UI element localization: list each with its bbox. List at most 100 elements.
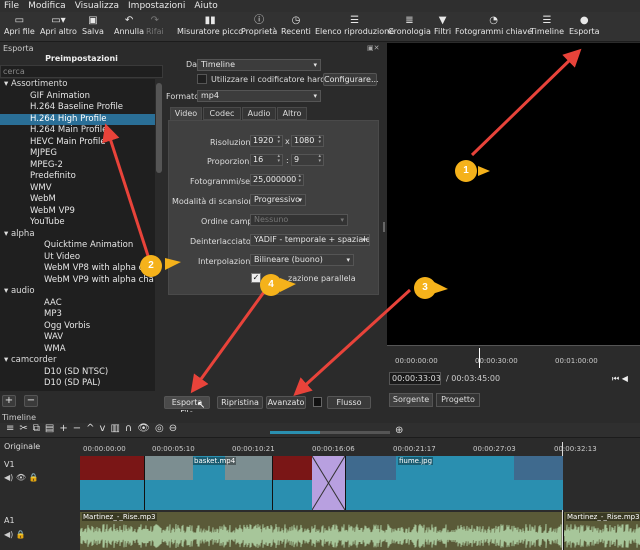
preset-group[interactable]: ▾ camcorder [0,355,155,367]
preset-item[interactable]: Quicktime Animation [0,240,155,252]
expand-arrow-icon[interactable]: ▾ [4,286,11,296]
tab-audio[interactable]: Audio [242,107,276,120]
preset-item[interactable]: HEVC Main Profile [0,137,155,149]
paste-icon[interactable]: ▤ [45,423,59,434]
transition-clip[interactable] [312,456,345,510]
scan-mode-select[interactable]: Progressivo ▾ [250,194,306,206]
preset-group[interactable]: ▾ audio [0,286,155,298]
preset-item[interactable]: AAC [0,298,155,310]
scrub-icon[interactable]: 👁 [137,423,155,434]
skip-previous-icon[interactable]: ⏮ ◀ [612,374,628,384]
ripple-icon[interactable]: ◎ [155,423,169,434]
advanced-button[interactable]: Avanzato [266,396,306,409]
open-other-button[interactable]: ▭▾ Apri altro [40,14,77,36]
expand-arrow-icon[interactable]: ▾ [4,229,11,239]
expand-arrow-icon[interactable]: ▾ [4,355,11,365]
preset-item[interactable]: WAV [0,332,155,344]
configure-button[interactable]: Configurare... [323,73,379,86]
preset-item[interactable]: H.264 Main Profile [0,125,155,137]
peak-meter-button[interactable]: ▮▮ Misuratore picco [177,14,243,36]
scrollbar-handle[interactable] [156,83,162,173]
recent-button[interactable]: ◷ Recenti [281,14,311,36]
preset-group[interactable]: ▾ Assortimento [0,79,155,91]
snap-icon[interactable]: ∩ [125,423,137,434]
audio-clip-1[interactable]: Martinez_-_Rise.mp3 [80,512,562,550]
append-icon[interactable]: + [59,423,72,434]
preset-group[interactable]: ▾ alpha [0,229,155,241]
tab-altro[interactable]: Altro [277,107,307,120]
video-clip-red[interactable] [272,456,312,510]
preset-item[interactable]: MPEG-2 [0,160,155,172]
add-preset-button[interactable]: + [2,395,16,407]
cut-icon[interactable]: ✂ [19,423,32,434]
reset-button[interactable]: Ripristina [217,396,263,409]
preset-item[interactable]: D10 (SD NTSC) [0,367,155,379]
preset-item[interactable]: WebM [0,194,155,206]
splitter-handle[interactable] [383,222,385,232]
position-field[interactable]: 00:00:33:03 [389,372,441,385]
zoom-slider[interactable] [270,431,390,434]
preset-item[interactable]: GIF Animation [0,91,155,103]
fps-field[interactable]: 25,000000 ▴ ▾ [250,174,304,186]
tab-codec[interactable]: Codec [203,107,241,120]
lift-icon[interactable]: ^ [86,423,99,434]
preset-item[interactable]: WMA [0,344,155,356]
track-a1-controls[interactable]: ◀) 🔒 [4,530,26,539]
hw-encoder-checkbox[interactable] [197,74,207,84]
video-clip-basket[interactable]: basket.mp4 [144,456,272,510]
preset-item[interactable]: H.264 Baseline Profile [0,102,155,114]
da-select[interactable]: Timeline ▾ [197,59,321,71]
zoom-in-icon[interactable]: ⊕ [395,425,403,436]
preset-item[interactable]: WebM VP8 with alpha ch [0,263,155,275]
preset-item[interactable]: MP3 [0,309,155,321]
resolution-height-field[interactable]: 1080 ▴ ▾ [291,135,324,147]
video-preview[interactable] [387,43,640,345]
zoom-out-icon[interactable]: ⊖ [169,423,182,434]
audio-clip-2[interactable]: Martinez_-_Rise.mp3 [563,512,640,550]
preset-item[interactable]: YouTube [0,217,155,229]
menu-modifica[interactable]: Modifica [28,1,66,11]
preset-item[interactable]: WebM VP9 [0,206,155,218]
interpolation-select[interactable]: Bilineare (buono) ▾ [250,254,354,266]
keyframes-button[interactable]: ◔ Fotogrammi chiave [455,14,532,36]
field-order-select[interactable]: Nessuno ▾ [250,214,348,226]
panel-float-icon[interactable]: ▣✕ [367,44,379,52]
copy-icon[interactable]: ⧉ [33,423,45,434]
video-clip-fiume[interactable]: fiume.jpg [345,456,563,510]
tab-source[interactable]: Sorgente [389,393,433,407]
tab-project[interactable]: Progetto [436,393,480,407]
timeline-button[interactable]: ☰ Timeline [530,14,564,36]
preset-item[interactable]: Ut Video [0,252,155,264]
save-button[interactable]: ▣ Salva [82,14,104,36]
playlist-button[interactable]: ☰ Elenco riproduzione [315,14,394,36]
preset-item[interactable]: MJPEG [0,148,155,160]
remove-icon[interactable]: − [73,423,86,434]
remove-preset-button[interactable]: − [24,395,38,407]
overwrite-icon[interactable]: v [100,423,111,434]
expand-arrow-icon[interactable]: ▾ [4,79,11,89]
aspect-width-field[interactable]: 16 ▴ ▾ [250,154,283,166]
tab-video[interactable]: Video [170,107,202,120]
player-ruler[interactable]: 00:00:00:00 00:00:30:00 00:01:00:00 [387,345,640,368]
preset-item[interactable]: WMV [0,183,155,195]
format-select[interactable]: mp4 ▾ [197,90,321,102]
preset-item[interactable]: Ogg Vorbis [0,321,155,333]
timeline-ruler[interactable]: 00:00:00:00 00:00:05:10 00:00:10:21 00:0… [80,439,640,455]
export-button[interactable]: ● Esporta [569,14,600,36]
undo-button[interactable]: ↶ Annulla [114,14,144,36]
preset-item[interactable]: Predefinito [0,171,155,183]
video-clip-1[interactable] [80,456,144,510]
playhead[interactable] [479,348,480,368]
preset-item[interactable]: H.264 High Profile [0,113,155,125]
filters-button[interactable]: ▼ Filtri [434,14,451,36]
menu-impostazioni[interactable]: Impostazioni [128,1,185,11]
history-button[interactable]: ≣ Cronologia [388,14,431,36]
preset-item[interactable]: D10 (SD PAL) [0,378,155,390]
menu-aiuto[interactable]: Aiuto [194,1,217,11]
stream-button[interactable]: Flusso [327,396,371,409]
preset-scrollbar[interactable] [155,79,163,391]
preset-search-input[interactable]: cerca [0,65,163,78]
properties-button[interactable]: ⓘ Proprietà [241,14,277,36]
advanced-checkbox[interactable] [313,397,322,407]
deinterlacer-select[interactable]: YADIF - temporale + spaziale (m▾ [250,234,370,246]
